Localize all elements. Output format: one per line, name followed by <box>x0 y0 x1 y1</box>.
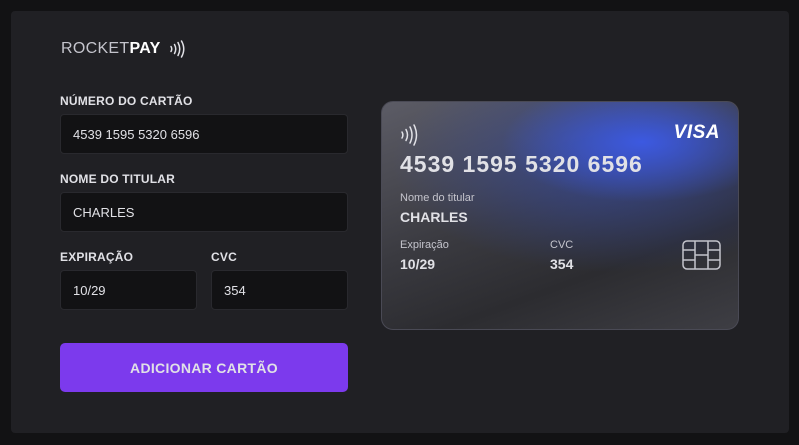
card-number-display: 4539 1595 5320 6596 <box>400 151 643 177</box>
holder-name-input[interactable] <box>60 192 348 232</box>
card-contactless-icon <box>400 124 420 151</box>
card-number-label: NÚMERO DO CARTÃO <box>60 94 193 108</box>
rocketpay-logo: ROCKET PAY <box>61 40 186 58</box>
credit-card-preview: VISA 4539 1595 5320 6596 Nome do titular… <box>381 101 739 330</box>
cvc-input[interactable] <box>211 270 348 310</box>
card-holder-value: CHARLES <box>400 209 468 225</box>
logo-prefix: ROCKET <box>61 40 130 57</box>
card-cvc-label: CVC <box>550 239 574 251</box>
expiry-input[interactable] <box>60 270 197 310</box>
card-holder-label: Nome do titular <box>400 192 475 204</box>
card-brand-logo: VISA <box>673 122 720 143</box>
contactless-icon <box>169 40 186 58</box>
expiry-label: EXPIRAÇÃO <box>60 250 134 264</box>
card-cvc-value: 354 <box>550 256 574 272</box>
card-expiry-label: Expiração <box>400 239 449 251</box>
add-card-button[interactable]: ADICIONAR CARTÃO <box>60 343 348 392</box>
cvc-label: CVC <box>211 250 237 264</box>
chip-icon <box>682 240 721 275</box>
card-expiry-value: 10/29 <box>400 256 436 272</box>
payment-panel: ROCKETPAY NÚMERO DO CARTÃO NOME DO TITUL… <box>11 11 789 433</box>
card-number-input[interactable] <box>60 114 348 154</box>
logo-suffix: PAY <box>129 40 161 57</box>
holder-name-label: NOME DO TITULAR <box>60 172 175 186</box>
